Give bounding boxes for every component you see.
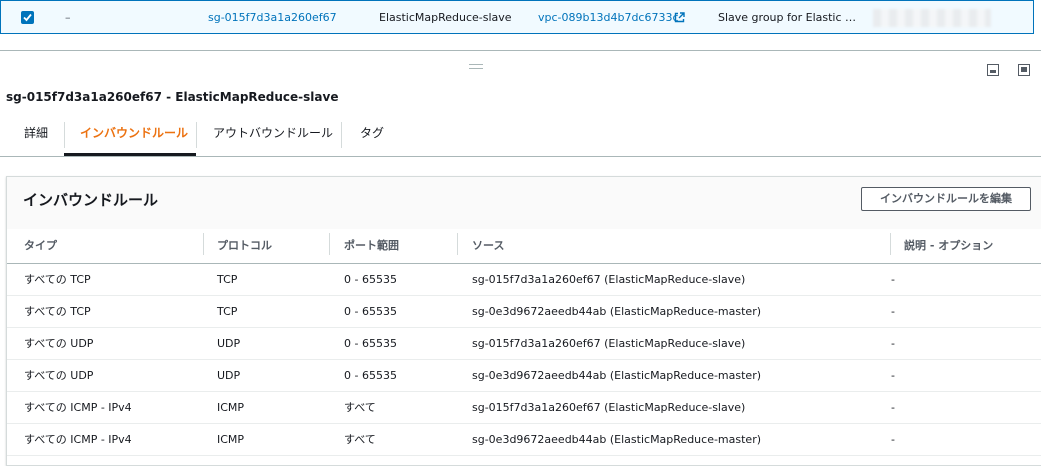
selected-security-group-row[interactable]: – sg-015f7d3a1a260ef67 ElasticMapReduce-… <box>0 0 1034 34</box>
checkmark-icon <box>23 13 32 22</box>
column-separator <box>890 233 891 255</box>
status-value: – <box>65 11 71 24</box>
rule-source: sg-0e3d9672aeedb44ab (ElasticMapReduce-m… <box>472 305 762 318</box>
split-panel-divider <box>0 50 1041 51</box>
tab-tags[interactable]: タグ <box>360 116 384 156</box>
resize-handle-icon[interactable] <box>469 64 483 69</box>
rule-port-range: すべて <box>344 433 376 446</box>
column-separator <box>457 233 458 255</box>
rule-description: - <box>891 433 895 446</box>
tab-separator <box>341 122 342 148</box>
rule-port-range: 0 - 65535 <box>344 305 397 318</box>
table-row: すべての ICMP - IPv4 ICMP すべて sg-0e3d9672aee… <box>7 424 1041 456</box>
table-row: すべての TCP TCP 0 - 65535 sg-0e3d9672aeedb4… <box>7 296 1041 328</box>
rule-protocol: ICMP <box>217 401 245 414</box>
rule-description: - <box>891 273 895 286</box>
tab-inbound-rules[interactable]: インバウンドルール <box>80 116 188 156</box>
rule-source: sg-015f7d3a1a260ef67 (ElasticMapReduce-s… <box>472 273 746 286</box>
table-row: すべての UDP UDP 0 - 65535 sg-015f7d3a1a260e… <box>7 328 1041 360</box>
rule-description: - <box>891 369 895 382</box>
inbound-rules-panel: インバウンドルール インバウンドルールを編集 タイプ プロトコル ポート範囲 ソ… <box>6 176 1041 466</box>
split-panel-side-icon[interactable] <box>1018 64 1030 76</box>
tabs-baseline <box>0 156 1041 157</box>
column-header-source[interactable]: ソース <box>472 237 504 253</box>
rule-source: sg-0e3d9672aeedb44ab (ElasticMapReduce-m… <box>472 433 762 446</box>
detail-tabs: 詳細 インバウンドルール アウトバウンドルール タグ <box>0 116 1041 158</box>
rule-port-range: 0 - 65535 <box>344 369 397 382</box>
table-row: すべての ICMP - IPv4 ICMP すべて sg-015f7d3a1a2… <box>7 392 1041 424</box>
rules-panel-header: インバウンドルール インバウンドルールを編集 <box>7 177 1041 229</box>
split-panel-bottom-icon[interactable] <box>987 64 999 76</box>
edit-inbound-rules-button[interactable]: インバウンドルールを編集 <box>861 187 1031 211</box>
rule-protocol: TCP <box>217 305 238 318</box>
rule-type: すべての UDP <box>24 369 94 382</box>
security-group-name: ElasticMapReduce-slave <box>379 11 512 24</box>
table-row: すべての TCP TCP 0 - 65535 sg-015f7d3a1a260e… <box>7 264 1041 296</box>
rule-type: すべての TCP <box>24 273 91 286</box>
rule-port-range: 0 - 65535 <box>344 273 397 286</box>
security-group-id-link[interactable]: sg-015f7d3a1a260ef67 <box>208 1 337 35</box>
rule-description: - <box>891 305 895 318</box>
security-group-description: Slave group for Elastic … <box>718 11 857 24</box>
tab-separator <box>196 122 197 148</box>
external-link-icon[interactable] <box>674 12 685 23</box>
tab-outbound-rules[interactable]: アウトバウンドルール <box>213 116 333 156</box>
rule-description: - <box>891 401 895 414</box>
rule-port-range: すべて <box>344 401 376 414</box>
detail-title: sg-015f7d3a1a260ef67 - ElasticMapReduce-… <box>6 90 339 104</box>
rule-source: sg-015f7d3a1a260ef67 (ElasticMapReduce-s… <box>472 401 746 414</box>
vpc-id-link[interactable]: vpc-089b13d4b7dc6733c <box>538 1 679 35</box>
rule-source: sg-0e3d9672aeedb44ab (ElasticMapReduce-m… <box>472 369 762 382</box>
active-tab-indicator <box>64 153 196 156</box>
rule-protocol: TCP <box>217 273 238 286</box>
column-header-port-range[interactable]: ポート範囲 <box>344 237 399 253</box>
rule-protocol: UDP <box>217 337 241 350</box>
redacted-owner-value <box>873 9 991 27</box>
rule-type: すべての TCP <box>24 305 91 318</box>
column-header-description[interactable]: 説明 - オプション <box>904 237 993 253</box>
rule-description: - <box>891 337 895 350</box>
tab-separator <box>64 122 65 148</box>
column-separator <box>329 233 330 255</box>
rule-type: すべての UDP <box>24 337 94 350</box>
tab-details[interactable]: 詳細 <box>24 116 48 156</box>
column-header-type[interactable]: タイプ <box>24 237 57 253</box>
column-header-protocol[interactable]: プロトコル <box>217 237 272 253</box>
column-separator <box>203 233 204 255</box>
rules-panel-title: インバウンドルール <box>23 191 159 209</box>
table-row: すべての UDP UDP 0 - 65535 sg-0e3d9672aeedb4… <box>7 360 1041 392</box>
row-checkbox[interactable] <box>21 11 34 24</box>
rule-protocol: ICMP <box>217 433 245 446</box>
rule-protocol: UDP <box>217 369 241 382</box>
rule-type: すべての ICMP - IPv4 <box>24 433 132 446</box>
rule-type: すべての ICMP - IPv4 <box>24 401 132 414</box>
rule-port-range: 0 - 65535 <box>344 337 397 350</box>
rule-source: sg-015f7d3a1a260ef67 (ElasticMapReduce-s… <box>472 337 746 350</box>
